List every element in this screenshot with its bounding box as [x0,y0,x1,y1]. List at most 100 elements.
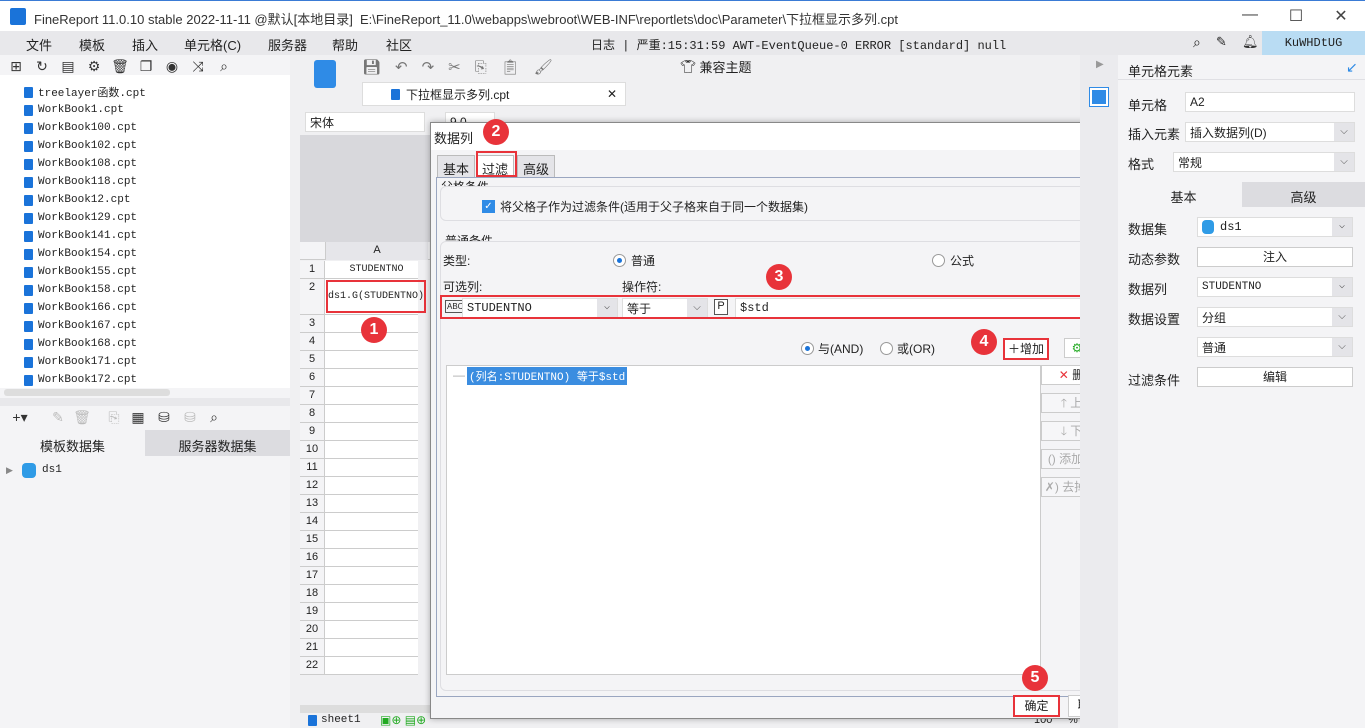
data-setting-select[interactable]: 分组 ⌵ [1197,307,1353,327]
cell-a1[interactable]: STUDENTNO [325,264,428,275]
inject-button[interactable]: 注入 [1197,247,1353,267]
menu-help[interactable]: 帮助 [332,35,358,54]
tab-basic[interactable]: 基本 [437,155,476,177]
close-icon[interactable]: ✕ [1326,6,1356,26]
file-item[interactable]: WorkBook118.cpt [24,173,137,191]
format-select[interactable]: 常规 ⌵ [1173,152,1355,172]
bell-icon[interactable]: 🔔︎ [1242,34,1259,50]
row-number[interactable]: 1 [300,261,325,278]
edit-dataset-icon[interactable]: ▦ [128,409,148,426]
menu-insert[interactable]: 插入 [132,35,158,54]
row-number[interactable]: 12 [300,477,325,494]
insert-select[interactable]: 插入数据列(D) ⌵ [1185,122,1355,142]
menu-server[interactable]: 服务器 [268,35,307,54]
file-item[interactable]: WorkBook100.cpt [24,119,137,137]
row-number[interactable]: 21 [300,639,325,656]
minimize-icon[interactable]: — [1235,6,1265,24]
doc-tab[interactable]: 下拉框显示多列.cpt ✕ [362,82,626,106]
tab-advanced[interactable]: 高级 [1242,182,1365,207]
preview-icon[interactable]: ⎘ [104,409,124,426]
file-item[interactable]: WorkBook167.cpt [24,317,137,335]
row-number[interactable]: 6 [300,369,325,386]
file-item[interactable]: WorkBook1.cpt [24,101,124,119]
template-type-icon[interactable] [314,60,336,88]
toolbar-icons[interactable]: 💾︎↶↷✂⎘📋︎🖌︎ [362,58,567,76]
log-status[interactable]: 日志 | 严重:15:31:59 AWT-EventQueue-0 ERROR … [591,36,1006,53]
file-item[interactable]: WorkBook155.cpt [24,263,137,281]
menu-template[interactable]: 模板 [79,35,105,54]
parent-filter-checkbox[interactable]: ✓ 将父格子作为过滤条件(适用于父子格来自于同一个数据集) [482,198,808,215]
row-number[interactable]: 17 [300,567,325,584]
maximize-icon[interactable]: ☐ [1281,6,1311,26]
file-item[interactable]: WorkBook158.cpt [24,281,137,299]
menu-cell[interactable]: 单元格(C) [184,35,241,54]
locate-icon[interactable]: ◉ [162,58,182,75]
menu-community[interactable]: 社区 [386,35,412,54]
add-button[interactable]: ＋增加 [1003,338,1049,360]
database-remove-icon[interactable]: ⛁ [180,409,200,426]
file-item[interactable]: WorkBook168.cpt [24,335,137,353]
dataset-item[interactable]: ds1 [42,464,62,476]
splitter[interactable] [0,398,290,406]
file-item[interactable]: WorkBook102.cpt [24,137,137,155]
condition-list[interactable]: — (列名:STUDENTNO) 等于$std [446,365,1041,675]
collapse-arrow-icon[interactable]: ↙ [1346,59,1358,76]
file-item[interactable]: WorkBook12.cpt [24,191,130,209]
tab-basic[interactable]: 基本 [1125,182,1242,207]
delete-icon[interactable]: 🗑︎ [72,409,92,426]
row-number[interactable]: 11 [300,459,325,476]
row-number[interactable]: 8 [300,405,325,422]
row-number[interactable]: 2 [300,279,325,314]
user-account[interactable]: KuWHDtUG [1262,31,1365,55]
row-number[interactable]: 4 [300,333,325,350]
file-item[interactable]: WorkBook172.cpt [24,371,137,388]
theme-button[interactable]: 👕︎ 兼容主题 [680,57,752,76]
ok-button[interactable]: 确定 [1013,695,1060,717]
search-icon[interactable]: ⌕ [214,58,234,75]
row-number[interactable]: 3 [300,315,325,332]
column-header-a[interactable]: A [325,242,428,260]
add-sheet-icon[interactable]: ▣⊕ ▤⊕ [380,713,426,727]
file-item[interactable]: WorkBook166.cpt [24,299,137,317]
tab-advanced[interactable]: 高级 [517,155,556,177]
collapse-icon[interactable]: ⤨ [188,58,208,75]
row-number[interactable]: 10 [300,441,325,458]
row-number[interactable]: 13 [300,495,325,512]
search-icon[interactable]: ⌕ [1193,34,1201,51]
row-number[interactable]: 19 [300,603,325,620]
refresh-icon[interactable]: ↻ [32,58,52,75]
settings-icon[interactable]: ⚙ [84,58,104,75]
database-icon[interactable]: ⛁ [154,409,174,426]
file-item[interactable]: WorkBook108.cpt [24,155,137,173]
row-number[interactable]: 14 [300,513,325,530]
condition-item[interactable]: (列名:STUDENTNO) 等于$std [467,367,628,385]
expand-icon[interactable]: ▶ [6,465,13,476]
row-number[interactable]: 20 [300,621,325,638]
and-radio[interactable]: 与(AND) [801,340,863,357]
sheet-tab[interactable]: sheet1 [308,714,361,726]
row-number[interactable]: 5 [300,351,325,368]
file-item[interactable]: WorkBook154.cpt [24,245,137,263]
new-folder-icon[interactable]: ⊞ [6,58,26,75]
row-number[interactable]: 9 [300,423,325,440]
tab-template-dataset[interactable]: 模板数据集 [0,430,145,456]
expand-arrow-icon[interactable]: ▶ [1096,59,1104,70]
sheet-scrollbar[interactable] [300,705,430,713]
menu-file[interactable]: 文件 [26,35,52,54]
row-number[interactable]: 7 [300,387,325,404]
cell-a2[interactable]: ds1.G(STUDENTNO) [326,280,426,313]
file-item[interactable]: WorkBook141.cpt [24,227,137,245]
row-number[interactable]: 15 [300,531,325,548]
file-item[interactable]: WorkBook171.cpt [24,353,137,371]
notes-icon[interactable]: ✎ [1216,34,1227,50]
data-column-select[interactable]: STUDENTNO ⌵ [1197,277,1353,297]
tab-server-dataset[interactable]: 服务器数据集 [145,430,290,456]
font-select[interactable]: 宋体 [305,112,425,132]
horizontal-scrollbar[interactable] [4,389,170,396]
delete-icon[interactable]: 🗑︎ [110,58,130,75]
cell-input[interactable]: A2 [1185,92,1355,112]
add-dataset-icon[interactable]: +▾ [10,409,30,426]
template-icon[interactable]: ▤ [58,58,78,75]
data-setting-select-2[interactable]: 普通 ⌵ [1197,337,1353,357]
row-number[interactable]: 22 [300,657,325,674]
